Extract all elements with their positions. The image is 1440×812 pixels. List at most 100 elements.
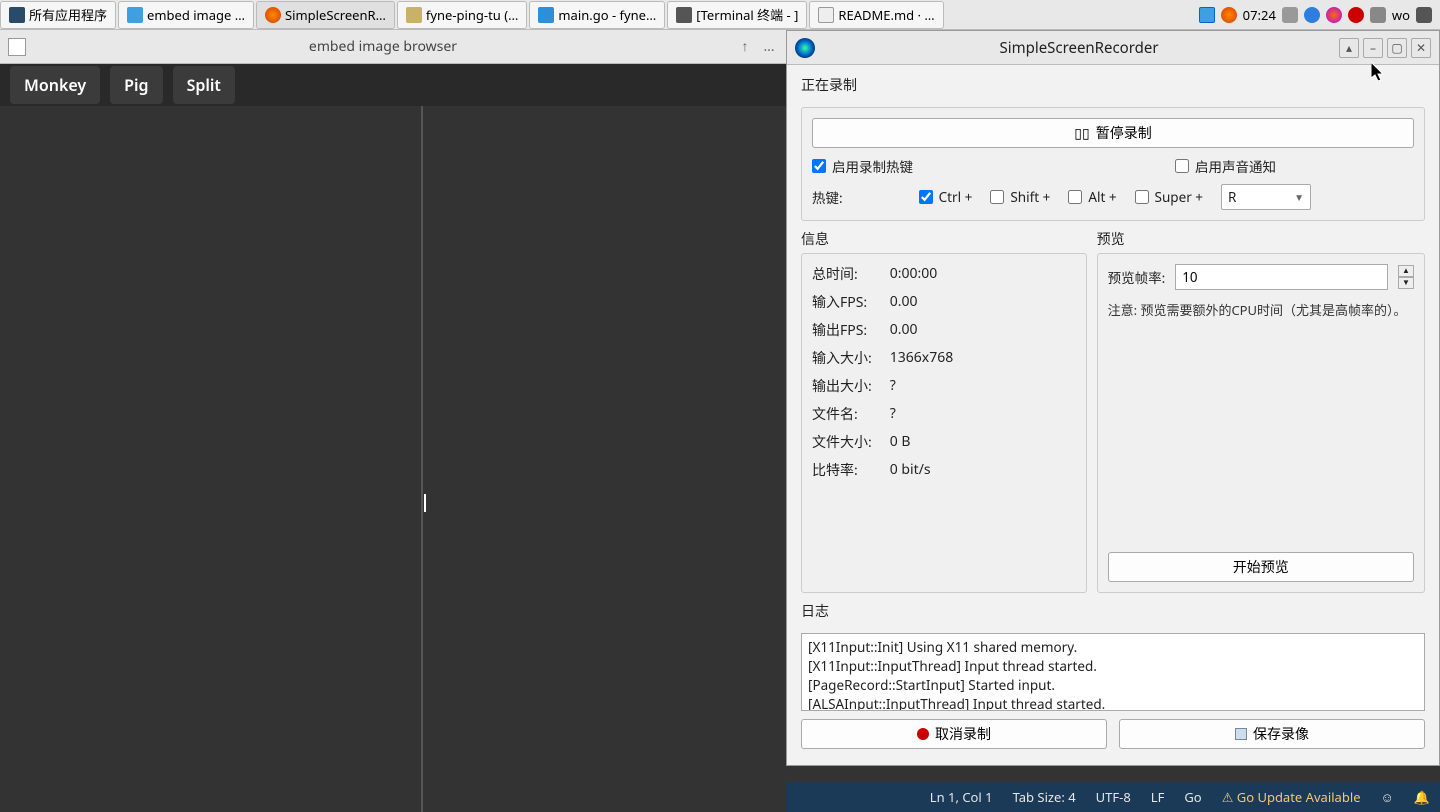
bluetooth-icon[interactable] — [1304, 7, 1320, 23]
window-title: embed image browser — [36, 37, 730, 56]
record-group: ▯▯ 暂停录制 启用录制热键 启用声音通知 热键: Ctrl + Sh — [801, 107, 1425, 221]
taskbar-item-label: [Terminal 终端 - ] — [696, 5, 798, 24]
tray-ssr-icon[interactable] — [1221, 7, 1237, 23]
preview-section-title: 预览 — [1097, 229, 1425, 249]
text-cursor — [424, 494, 426, 512]
toolbar: Monkey Pig Split — [0, 64, 786, 106]
ctrl-mod[interactable]: Ctrl + — [919, 188, 973, 206]
flame-icon[interactable] — [1326, 7, 1342, 23]
minimize-button[interactable]: – — [1363, 38, 1383, 58]
spin-up[interactable]: ▲ — [1398, 265, 1414, 277]
cursor-position[interactable]: Ln 1, Col 1 — [930, 788, 993, 806]
taskbar-item-5[interactable]: README.md · … — [809, 1, 943, 29]
record-dot-icon — [917, 728, 929, 740]
split-button[interactable]: Split — [173, 66, 235, 104]
sound-check-input[interactable] — [1175, 159, 1189, 173]
go-update[interactable]: ⚠ Go Update Available — [1222, 788, 1361, 806]
save-record-button[interactable]: 保存录像 — [1119, 719, 1425, 749]
preview-group: 预览帧率: ▲ ▼ 注意: 预览需要额外的CPU时间（尤其是高帧率的）。 开始预… — [1097, 253, 1425, 593]
tab-size[interactable]: Tab Size: 4 — [1013, 788, 1076, 806]
bell-icon[interactable]: 🔔 — [1414, 788, 1430, 806]
ssr-window: SimpleScreenRecorder ▴ – ▢ ✕ 正在录制 ▯▯ 暂停录… — [786, 30, 1440, 766]
preview-note: 注意: 预览需要额外的CPU时间（尤其是高帧率的）。 — [1108, 300, 1414, 319]
pause-record-button[interactable]: ▯▯ 暂停录制 — [812, 118, 1414, 148]
keyboard-icon[interactable] — [1282, 7, 1298, 23]
record-icon[interactable] — [1348, 7, 1364, 23]
pig-button[interactable]: Pig — [110, 66, 162, 104]
start-preview-button[interactable]: 开始预览 — [1108, 552, 1414, 582]
taskbar-item-label: embed image … — [147, 6, 245, 24]
clock[interactable]: 07:24 — [1243, 6, 1276, 24]
app-menu-label: 所有应用程序 — [29, 5, 107, 24]
alt-mod[interactable]: Alt + — [1068, 188, 1116, 206]
shift-mod[interactable]: Shift + — [990, 188, 1050, 206]
window-title: SimpleScreenRecorder — [823, 38, 1335, 58]
taskbar-item-label: SimpleScreenR… — [285, 6, 386, 24]
preview-rate-input[interactable] — [1175, 264, 1388, 290]
taskbar-item-label: README.md · … — [838, 6, 934, 24]
chevron-down-icon: ▼ — [1294, 190, 1304, 204]
taskbar-item-label: main.go - fyne… — [558, 6, 656, 24]
spin-down[interactable]: ▼ — [1398, 277, 1414, 289]
volume-icon[interactable] — [1416, 7, 1432, 23]
hotkey-key-select[interactable]: R ▼ — [1221, 184, 1311, 210]
taskbar-item-1[interactable]: SimpleScreenR… — [256, 1, 395, 29]
ssr-icon — [265, 7, 281, 23]
info-key: 输出大小: — [812, 376, 872, 396]
info-table: 总时间:0:00:00 输入FPS:0.00 输出FPS:0.00 输入大小:1… — [812, 264, 1076, 480]
log-box[interactable]: [X11Input::Init] Using X11 shared memory… — [801, 633, 1425, 711]
language[interactable]: Go — [1184, 788, 1201, 806]
info-key: 文件名: — [812, 404, 872, 424]
cancel-record-button[interactable]: 取消录制 — [801, 719, 1107, 749]
log-line: [ALSAInput::InputThread] Input thread st… — [808, 695, 1418, 711]
info-key: 比特率: — [812, 460, 872, 480]
taskbar-item-4[interactable]: [Terminal 终端 - ] — [667, 1, 807, 29]
hotkey-check-input[interactable] — [812, 159, 826, 173]
cancel-label: 取消录制 — [935, 724, 991, 744]
folder-icon — [406, 7, 422, 23]
info-key: 文件大小: — [812, 432, 872, 452]
encoding[interactable]: UTF-8 — [1096, 788, 1131, 806]
overflow-button[interactable]: … — [760, 37, 778, 56]
hotkey-key-value: R — [1228, 188, 1236, 206]
vscode-statusbar: Ln 1, Col 1 Tab Size: 4 UTF-8 LF Go ⚠ Go… — [786, 782, 1440, 812]
taskbar-item-label: fyne-ping-tu (… — [426, 6, 519, 24]
info-key: 输出FPS: — [812, 320, 872, 340]
info-key: 输入大小: — [812, 348, 872, 368]
eol[interactable]: LF — [1151, 788, 1165, 806]
split-divider[interactable] — [421, 106, 423, 812]
hotkey-label: 热键: — [812, 187, 843, 207]
keyboard-layout[interactable]: wo — [1392, 6, 1410, 24]
sound-checkbox[interactable]: 启用声音通知 — [1175, 156, 1276, 176]
close-button[interactable]: ✕ — [1411, 38, 1431, 58]
hotkey-checkbox[interactable]: 启用录制热键 — [812, 156, 913, 176]
workspace-switcher[interactable] — [1199, 7, 1215, 23]
taskbar-item-3[interactable]: main.go - fyne… — [529, 1, 665, 29]
super-mod[interactable]: Super + — [1135, 188, 1203, 206]
monkey-button[interactable]: Monkey — [10, 66, 100, 104]
window-icon — [8, 38, 26, 56]
embed-image-browser-window: embed image browser ↑ … Monkey Pig Split — [0, 30, 786, 812]
maximize-button[interactable]: ▢ — [1387, 38, 1407, 58]
ssr-icon — [795, 38, 815, 58]
window-icon — [127, 7, 143, 23]
feedback-icon[interactable]: ☺ — [1381, 788, 1394, 806]
info-section-title: 信息 — [801, 229, 1087, 249]
network-icon[interactable] — [1370, 7, 1386, 23]
titlebar[interactable]: SimpleScreenRecorder ▴ – ▢ ✕ — [787, 31, 1439, 65]
rollup-button[interactable]: ▴ — [1339, 38, 1359, 58]
info-val: 0.00 — [890, 292, 1076, 312]
app-menu[interactable]: 所有应用程序 — [0, 1, 116, 29]
save-label: 保存录像 — [1253, 724, 1309, 744]
up-button[interactable]: ↑ — [736, 37, 754, 56]
info-val: 0.00 — [890, 320, 1076, 340]
titlebar[interactable]: embed image browser ↑ … — [0, 30, 786, 64]
canvas-area[interactable] — [0, 106, 786, 812]
taskbar-item-2[interactable]: fyne-ping-tu (… — [397, 1, 528, 29]
chrome-icon — [818, 7, 834, 23]
taskbar-item-0[interactable]: embed image … — [118, 1, 254, 29]
info-val: 1366x768 — [890, 348, 1076, 368]
info-val: ? — [890, 376, 1076, 396]
vscode-icon — [538, 7, 554, 23]
terminal-icon — [676, 7, 692, 23]
